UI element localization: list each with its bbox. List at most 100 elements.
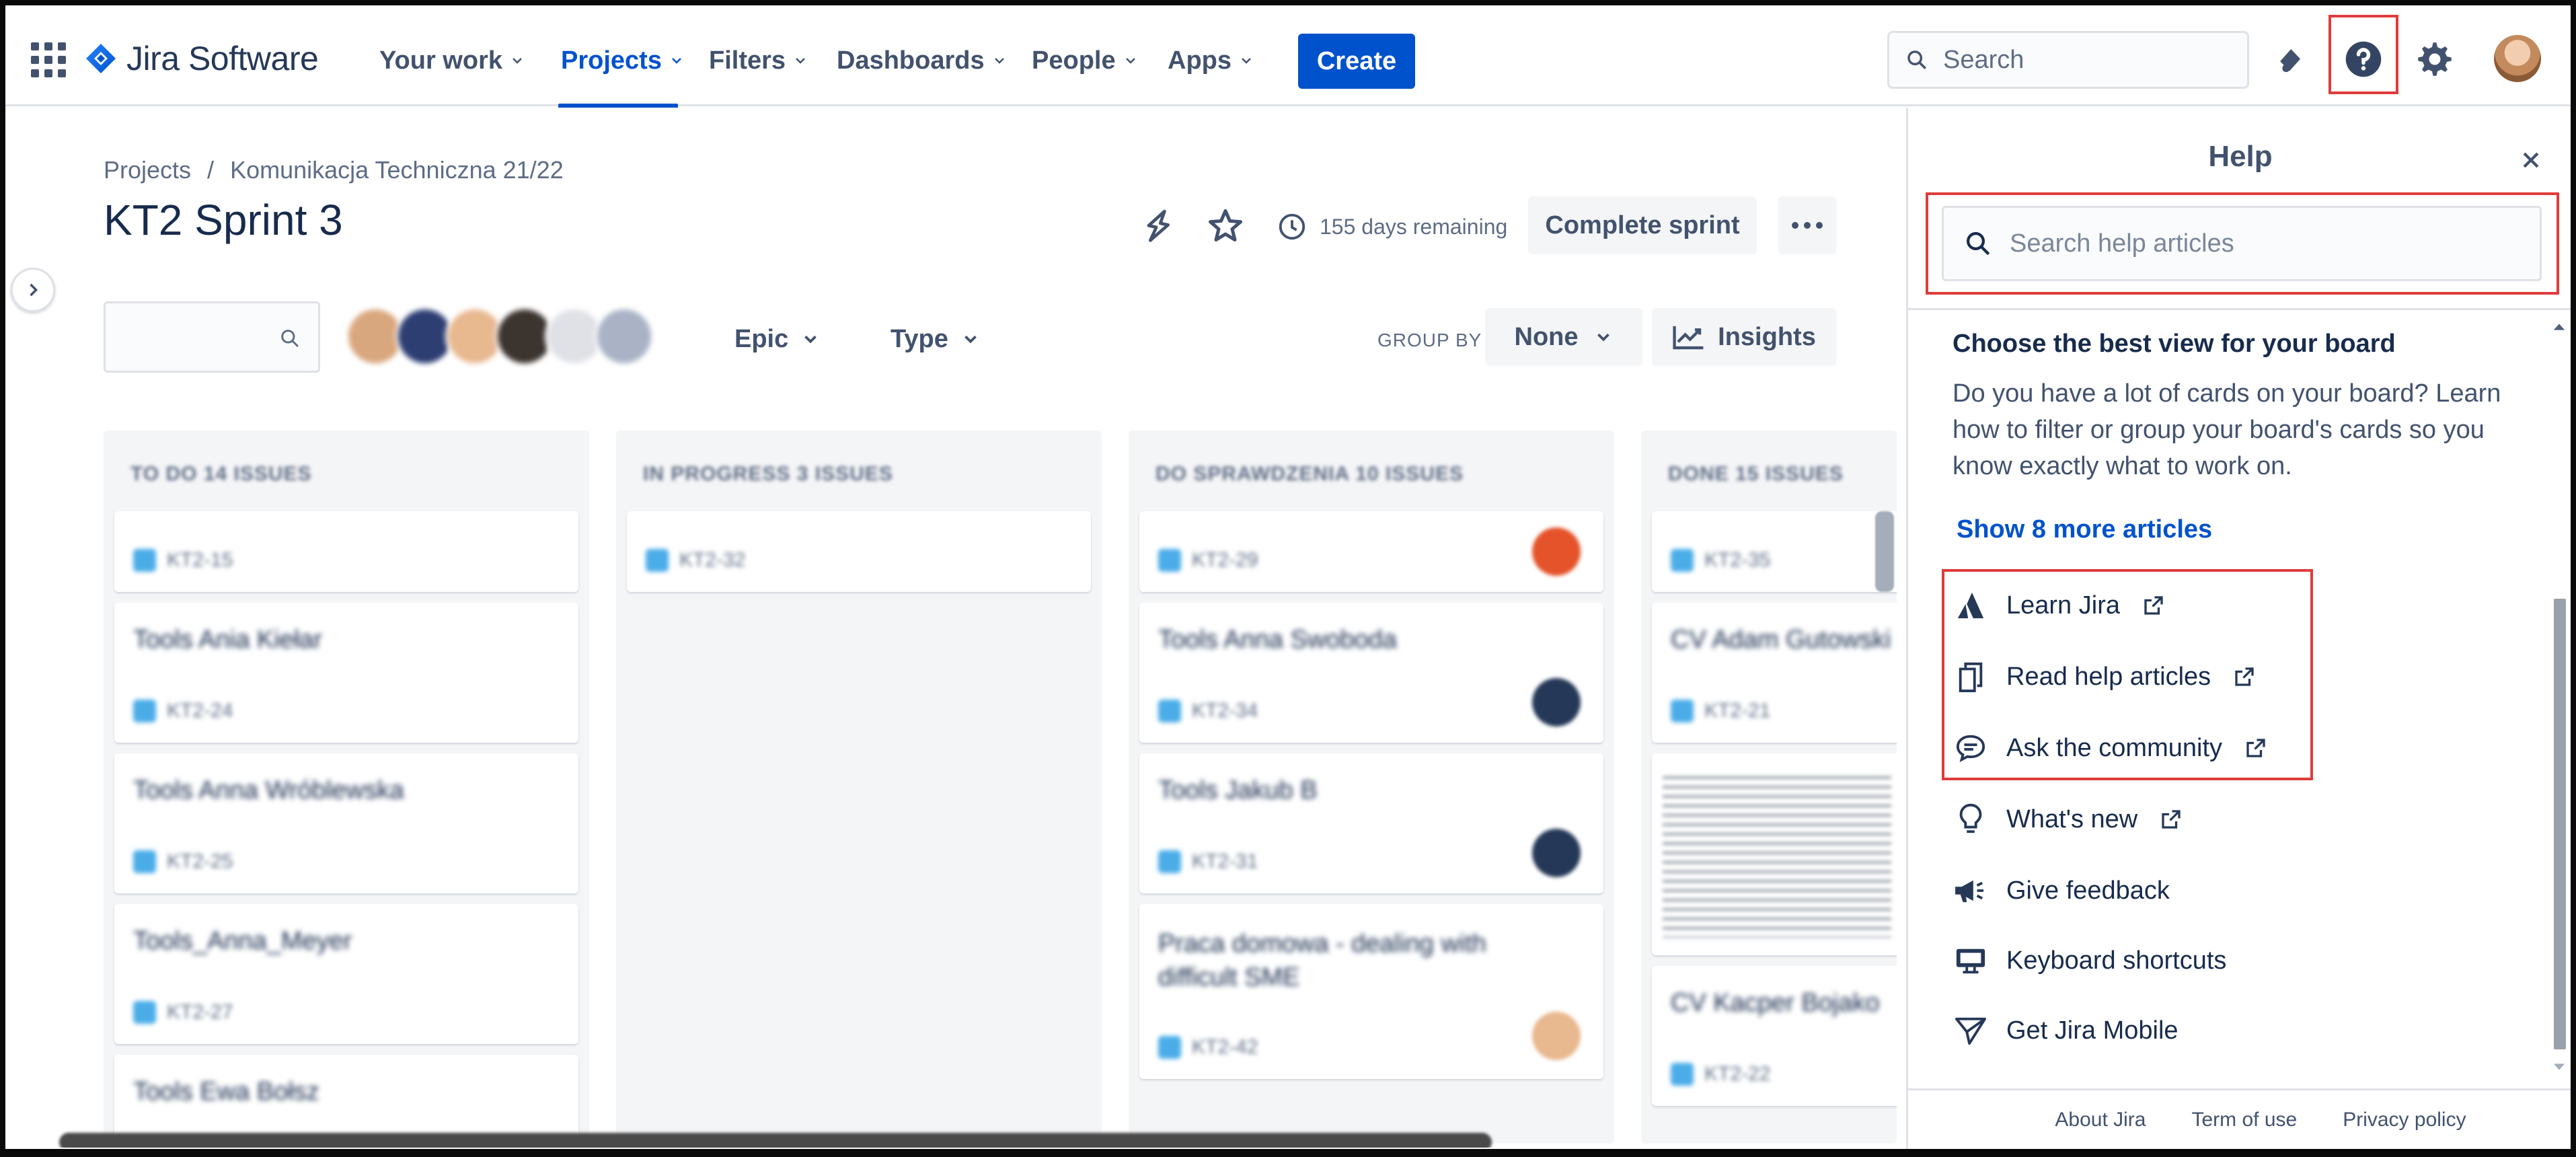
- help-link-label: What's new: [2006, 805, 2138, 833]
- column-header: DONE 15 ISSUES: [1668, 463, 1844, 485]
- chevron-down-icon: [796, 58, 805, 64]
- task-icon: [133, 700, 156, 722]
- issue-title: Tools Jakub B: [1158, 776, 1318, 805]
- close-icon[interactable]: [2513, 143, 2548, 178]
- chevron-right-icon: [30, 283, 38, 297]
- days-remaining-text: 155 days remaining: [1320, 214, 1508, 239]
- learn-jira-link[interactable]: Learn Jira: [1953, 585, 2166, 626]
- nav-filters[interactable]: Filters: [709, 39, 808, 82]
- epic-filter-dropdown[interactable]: Epic: [734, 313, 821, 365]
- avatar[interactable]: [595, 307, 654, 366]
- issue-card[interactable]: CV Kacper Bojako KT2-22: [1652, 966, 1897, 1106]
- about-jira-link[interactable]: About Jira: [2055, 1109, 2146, 1131]
- issue-card[interactable]: Tools Ewa Bołsz: [114, 1055, 578, 1144]
- global-search-input[interactable]: Search: [1887, 31, 2249, 89]
- groupby-label: GROUP BY: [1377, 330, 1482, 350]
- assignee-avatar[interactable]: [1532, 678, 1581, 726]
- external-link-icon: [2235, 667, 2254, 686]
- external-link-icon: [2246, 739, 2265, 757]
- help-search-input[interactable]: Search help articles: [1942, 206, 2542, 281]
- help-search-placeholder: Search help articles: [2010, 229, 2234, 258]
- nav-projects[interactable]: Projects: [561, 39, 685, 82]
- search-icon: [1967, 232, 1990, 256]
- assignee-avatar-filter[interactable]: [346, 307, 654, 367]
- chevron-down-icon: [804, 335, 817, 344]
- help-link-label: Keyboard shortcuts: [2006, 946, 2227, 975]
- app-switcher-icon[interactable]: [31, 42, 66, 77]
- board-column-in-progress: IN PROGRESS 3 ISSUES KT2-32: [616, 431, 1102, 1144]
- get-jira-mobile-link[interactable]: Get Jira Mobile: [1953, 1010, 2179, 1051]
- issue-card[interactable]: Tools Jakub B KT2-31: [1139, 753, 1603, 893]
- create-button[interactable]: Create: [1298, 34, 1415, 89]
- terms-of-use-link[interactable]: Term of use: [2191, 1109, 2297, 1131]
- task-icon: [646, 549, 669, 572]
- chevron-down-icon: [513, 58, 522, 64]
- type-filter-dropdown[interactable]: Type: [891, 313, 981, 365]
- issue-card[interactable]: KT2-15: [114, 511, 578, 592]
- read-help-articles-link[interactable]: Read help articles: [1953, 657, 2257, 697]
- help-link-label: Get Jira Mobile: [2006, 1016, 2179, 1045]
- issue-card[interactable]: KT2-35: [1652, 511, 1897, 592]
- issue-card[interactable]: Tools Anna Wróblewska KT2-25: [114, 753, 578, 893]
- whats-new-link[interactable]: What's new: [1953, 799, 2183, 839]
- task-icon: [1671, 700, 1694, 722]
- insights-button[interactable]: Insights: [1652, 308, 1836, 366]
- nav-apps[interactable]: Apps: [1168, 39, 1254, 82]
- issue-card[interactable]: Tools Anna Swoboda KT2-34: [1139, 603, 1603, 743]
- breadcrumb: Projects / Komunikacja Techniczna 21/22: [104, 156, 564, 184]
- star-icon[interactable]: [1205, 206, 1246, 246]
- issue-title: Praca domowa - dealing with difficult SM…: [1158, 930, 1486, 992]
- issue-key: KT2-15: [167, 549, 233, 571]
- keyboard-icon: [1953, 942, 1989, 979]
- issue-title: CV Kacper Bojako: [1671, 989, 1880, 1017]
- issue-card[interactable]: Praca domowa - dealing with difficult SM…: [1139, 904, 1603, 1079]
- breadcrumb-project[interactable]: Komunikacja Techniczna 21/22: [230, 156, 564, 184]
- issue-card[interactable]: KT2-32: [627, 511, 1091, 592]
- issue-card[interactable]: CV Adam Gutowski KT2-21: [1652, 603, 1897, 743]
- sprint-days-remaining: 155 days remaining: [1277, 211, 1507, 242]
- give-feedback-link[interactable]: Give feedback: [1953, 870, 2170, 911]
- issue-title: CV Adam Gutowski: [1671, 626, 1891, 654]
- notifications-icon[interactable]: [2269, 36, 2315, 82]
- ask-the-community-link[interactable]: Ask the community: [1953, 728, 2268, 768]
- breadcrumb-projects[interactable]: Projects: [104, 156, 191, 184]
- privacy-policy-link[interactable]: Privacy policy: [2343, 1109, 2466, 1131]
- issue-card[interactable]: KT2-29: [1139, 511, 1603, 592]
- insights-label: Insights: [1718, 322, 1816, 351]
- groupby-dropdown[interactable]: None: [1485, 308, 1642, 366]
- board-horizontal-scrollbar[interactable]: [59, 1133, 1492, 1148]
- more-actions-button[interactable]: [1778, 196, 1836, 254]
- documents-icon: [1953, 659, 1989, 695]
- page-title: KT2 Sprint 3: [104, 196, 343, 244]
- assignee-avatar[interactable]: [1532, 527, 1581, 576]
- board-search-input[interactable]: [104, 301, 320, 373]
- settings-icon[interactable]: [2412, 36, 2458, 82]
- automation-icon[interactable]: [1139, 207, 1177, 245]
- help-article-title[interactable]: Choose the best view for your board: [1953, 330, 2396, 359]
- task-icon: [1158, 1036, 1181, 1059]
- scroll-down-arrow-icon[interactable]: [2550, 1057, 2569, 1076]
- jira-logo[interactable]: Jira Software: [85, 35, 319, 82]
- scroll-up-arrow-icon[interactable]: [2550, 318, 2569, 336]
- expand-sidebar-button[interactable]: [11, 268, 55, 312]
- chevron-down-icon: [994, 58, 1004, 64]
- help-panel-scrollbar[interactable]: [2554, 599, 2566, 1049]
- profile-avatar[interactable]: [2494, 35, 2541, 82]
- nav-people[interactable]: People: [1032, 39, 1139, 82]
- issue-card[interactable]: Tools_Anna_Meyer KT2-27: [114, 904, 578, 1044]
- nav-your-work[interactable]: Your work: [379, 39, 525, 82]
- assignee-avatar[interactable]: [1532, 829, 1581, 877]
- keyboard-shortcuts-link[interactable]: Keyboard shortcuts: [1953, 940, 2226, 981]
- more-dot: [1804, 222, 1811, 229]
- nav-dashboards[interactable]: Dashboards: [837, 39, 1008, 82]
- show-more-articles-link[interactable]: Show 8 more articles: [1957, 515, 2212, 544]
- column-scrollbar[interactable]: [1875, 511, 1894, 592]
- task-icon: [1671, 549, 1694, 572]
- issue-title: Tools Anna Wróblewska: [133, 776, 404, 805]
- assignee-avatar[interactable]: [1532, 1012, 1581, 1060]
- issue-key: KT2-27: [167, 1001, 233, 1023]
- divider: [1908, 1088, 2573, 1090]
- complete-sprint-button[interactable]: Complete sprint: [1528, 196, 1757, 254]
- issue-card-attachment[interactable]: [1652, 753, 1897, 955]
- issue-card[interactable]: Tools Ania Kiełar KT2-24: [114, 603, 578, 743]
